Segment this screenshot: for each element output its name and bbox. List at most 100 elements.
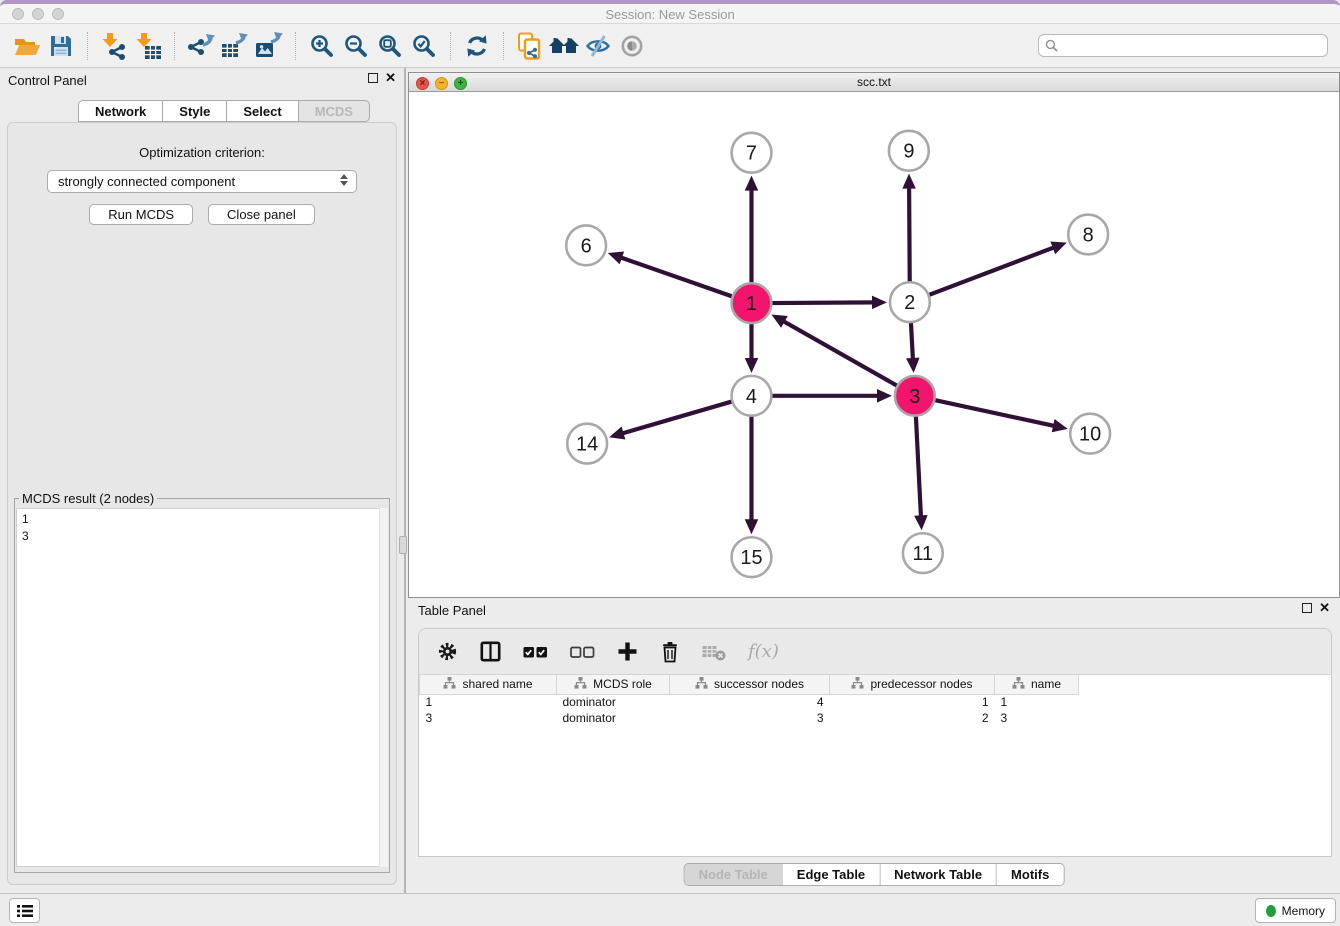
table-cell[interactable]: 3: [420, 710, 557, 726]
graph-node-label: 9: [903, 141, 914, 163]
mcds-result-list[interactable]: 1 3: [16, 508, 388, 867]
table-row[interactable]: 3dominator323: [420, 710, 1079, 726]
control-panel-title: Control Panel: [8, 73, 87, 88]
export-table-icon[interactable]: [218, 29, 252, 63]
tab-select[interactable]: Select: [226, 100, 297, 122]
tab-motifs[interactable]: Motifs: [996, 864, 1063, 885]
deselect-all-columns-icon[interactable]: [570, 645, 595, 659]
graph-edge-2-3[interactable]: [911, 320, 913, 361]
panel-divider-handle[interactable]: [399, 536, 407, 554]
show-graphics-details-icon[interactable]: [615, 29, 649, 63]
table-panel-close-icon[interactable]: ✕: [1319, 603, 1330, 613]
graph-node-9[interactable]: 9: [889, 131, 929, 171]
export-network-icon[interactable]: [184, 29, 218, 63]
apply-function-icon[interactable]: f(x): [748, 641, 779, 662]
graph-edge-arrowhead: [745, 176, 759, 191]
import-table-icon[interactable]: [131, 29, 165, 63]
graph-edge-2-8[interactable]: [927, 247, 1056, 296]
tab-network[interactable]: Network: [78, 100, 162, 122]
network-window-titlebar[interactable]: × − + scc.txt: [409, 73, 1339, 92]
graph-edge-3-11[interactable]: [916, 414, 921, 519]
graph-edge-arrowhead: [1052, 419, 1068, 432]
table-options-icon[interactable]: [437, 641, 458, 662]
hide-graphics-details-icon[interactable]: [581, 29, 615, 63]
delete-table-icon[interactable]: [702, 643, 726, 661]
table-cell[interactable]: 1: [420, 694, 557, 710]
network-canvas[interactable]: 7 9 6 8 1 2 4 3 14 10 15 11: [409, 93, 1339, 597]
graph-node-8[interactable]: 8: [1068, 215, 1108, 255]
import-network-icon[interactable]: [97, 29, 131, 63]
memory-button[interactable]: Memory: [1255, 898, 1336, 923]
zoom-selected-icon[interactable]: [407, 29, 441, 63]
select-all-columns-icon[interactable]: [523, 645, 548, 659]
graph-node-7[interactable]: 7: [732, 133, 772, 173]
network-view-window: × − + scc.txt 7 9 6 8 1 2 4 3 14 10 15 11: [408, 72, 1340, 598]
column-header-label: successor nodes: [714, 677, 804, 691]
graph-node-6[interactable]: 6: [566, 225, 606, 265]
column-header-successor-nodes[interactable]: successor nodes: [670, 675, 830, 694]
table-cell[interactable]: 3: [670, 710, 830, 726]
column-header-name[interactable]: name: [995, 675, 1079, 694]
table-cell[interactable]: 4: [670, 694, 830, 710]
tab-network-table[interactable]: Network Table: [879, 864, 996, 885]
column-header-shared-name[interactable]: shared name: [420, 675, 557, 694]
table-row[interactable]: 1dominator411: [420, 694, 1079, 710]
graph-node-label: 11: [912, 543, 933, 565]
control-panel-close-icon[interactable]: ✕: [385, 73, 396, 83]
graph-node-15[interactable]: 15: [732, 537, 772, 577]
task-history-button[interactable]: [9, 898, 40, 923]
criterion-dropdown[interactable]: strongly connected component: [47, 170, 357, 193]
close-panel-button[interactable]: Close panel: [208, 204, 315, 225]
graph-edge-1-6[interactable]: [619, 257, 735, 297]
table-cell[interactable]: dominator: [557, 694, 670, 710]
tab-style[interactable]: Style: [162, 100, 226, 122]
graph-edge-4-14[interactable]: [621, 401, 735, 434]
show-column-panel-icon[interactable]: [480, 641, 501, 662]
app-window: Session: New Session: [0, 0, 1340, 926]
delete-columns-icon[interactable]: [660, 641, 680, 663]
first-neighbors-icon[interactable]: [547, 29, 581, 63]
tab-edge-table[interactable]: Edge Table: [782, 864, 879, 885]
graph-node-10[interactable]: 10: [1070, 414, 1110, 454]
table-panel: Table Panel ✕: [408, 600, 1340, 893]
network-graph[interactable]: 7 9 6 8 1 2 4 3 14 10 15 11: [409, 93, 1339, 597]
table-panel-float-icon[interactable]: [1302, 603, 1312, 613]
graph-node-3[interactable]: 3: [895, 376, 935, 416]
toolbar-separator: [450, 32, 451, 60]
table-cell[interactable]: 2: [830, 710, 995, 726]
graph-node-11[interactable]: 11: [903, 533, 943, 573]
tab-node-table[interactable]: Node Table: [685, 864, 782, 885]
table-cell[interactable]: 1: [995, 694, 1079, 710]
table-cell[interactable]: dominator: [557, 710, 670, 726]
export-image-icon[interactable]: [252, 29, 286, 63]
graph-edge-arrowhead: [745, 358, 759, 373]
add-column-icon[interactable]: [617, 641, 638, 662]
graph-node-4[interactable]: 4: [732, 376, 772, 416]
table-panel-title: Table Panel: [418, 603, 486, 618]
refresh-view-icon[interactable]: [460, 29, 494, 63]
control-panel-float-icon[interactable]: [368, 73, 378, 83]
open-session-icon[interactable]: [10, 29, 44, 63]
table-cell[interactable]: 1: [830, 694, 995, 710]
run-mcds-button[interactable]: Run MCDS: [89, 204, 193, 225]
tree-hierarchy-icon: [574, 677, 587, 692]
toolbar-separator: [503, 32, 504, 60]
result-scrollbar[interactable]: [379, 508, 388, 867]
column-header-MCDS-role[interactable]: MCDS role: [557, 675, 670, 694]
graph-edge-2-9[interactable]: [909, 186, 910, 285]
zoom-fit-icon[interactable]: [373, 29, 407, 63]
zoom-in-icon[interactable]: [305, 29, 339, 63]
graph-edge-3-1[interactable]: [782, 320, 899, 387]
copy-network-icon[interactable]: [513, 29, 547, 63]
search-input[interactable]: [1038, 34, 1328, 57]
graph-node-14[interactable]: 14: [567, 424, 607, 464]
graph-edge-3-10[interactable]: [932, 400, 1056, 427]
graph-edge-1-2[interactable]: [769, 302, 875, 303]
table-cell[interactable]: 3: [995, 710, 1079, 726]
tab-mcds[interactable]: MCDS: [298, 100, 370, 122]
graph-node-2[interactable]: 2: [890, 282, 930, 322]
column-header-predecessor-nodes[interactable]: predecessor nodes: [830, 675, 995, 694]
zoom-out-icon[interactable]: [339, 29, 373, 63]
save-session-icon[interactable]: [44, 29, 78, 63]
graph-node-1[interactable]: 1: [732, 283, 772, 323]
